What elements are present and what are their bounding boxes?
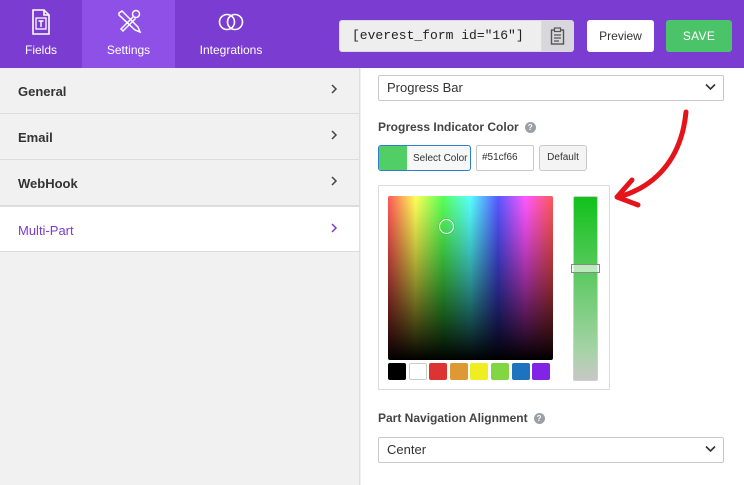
alignment-select[interactable]: Center	[378, 437, 724, 463]
chevron-right-icon	[331, 84, 338, 94]
chevron-right-icon	[331, 176, 338, 186]
sidebar-item-webhook[interactable]: WebHook	[0, 160, 359, 206]
palette-swatch[interactable]	[491, 363, 509, 380]
shortcode-field[interactable]: [everest_form id="16"]	[339, 20, 542, 52]
color-picker-popup	[378, 185, 610, 390]
integrations-rings-icon	[218, 13, 244, 31]
clipboard-icon	[550, 27, 565, 45]
sidebar-item-label: Email	[18, 130, 53, 145]
progress-indicator-select[interactable]: Progress Bar	[378, 75, 724, 101]
alignment-value: Center	[387, 442, 427, 457]
select-color-label: Select Color	[413, 153, 468, 164]
sidebar-item-email[interactable]: Email	[0, 114, 359, 160]
red-arrow-annotation	[614, 109, 689, 208]
default-color-button[interactable]: Default	[539, 145, 587, 171]
tab-integrations-label: Integrations	[199, 43, 263, 57]
tab-integrations[interactable]: Integrations	[175, 0, 287, 68]
preview-button[interactable]: Preview	[587, 20, 654, 52]
save-button[interactable]: SAVE	[666, 20, 732, 52]
palette-swatch[interactable]	[388, 363, 406, 380]
palette-swatch[interactable]	[470, 363, 489, 380]
progress-indicator-value: Progress Bar	[387, 80, 463, 95]
tab-settings-label: Settings	[106, 43, 151, 57]
tab-fields[interactable]: Fields	[0, 0, 82, 68]
chevron-down-icon	[705, 83, 716, 91]
sidebar-item-multi-part[interactable]: Multi-Part	[0, 206, 359, 252]
settings-tools-icon	[117, 9, 141, 34]
alignment-label: Part Navigation Alignment?	[378, 411, 545, 425]
sidebar-item-label: Multi-Part	[18, 223, 74, 238]
current-color-chip	[379, 146, 407, 170]
palette-swatch[interactable]	[449, 363, 468, 380]
palette-swatch[interactable]	[408, 363, 427, 380]
spectrum-handle[interactable]	[439, 219, 454, 234]
progress-color-label-text: Progress Indicator Color	[378, 120, 519, 134]
tab-settings[interactable]: Settings	[82, 0, 175, 68]
settings-sidebar: General Email WebHook Multi-Part	[0, 68, 360, 485]
hex-color-input[interactable]: #51cf66	[476, 145, 534, 171]
select-color-button[interactable]: Select Color	[378, 145, 471, 171]
saturation-slider[interactable]	[571, 196, 600, 381]
sidebar-item-label: General	[18, 84, 67, 99]
slider-handle[interactable]	[571, 264, 600, 273]
help-icon[interactable]: ?	[533, 413, 545, 424]
chevron-right-icon	[331, 223, 338, 233]
top-toolbar: Fields Settings Integrations [everest_fo…	[0, 0, 744, 68]
palette-swatch[interactable]	[511, 363, 530, 380]
tab-fields-label: Fields	[24, 43, 57, 57]
fields-icon	[32, 9, 50, 35]
sidebar-item-general[interactable]: General	[0, 68, 359, 114]
copy-shortcode-button[interactable]	[542, 20, 574, 52]
chevron-right-icon	[331, 130, 338, 140]
palette-swatch[interactable]	[429, 363, 448, 380]
sidebar-item-label: WebHook	[18, 176, 78, 191]
alignment-label-text: Part Navigation Alignment	[378, 411, 528, 425]
progress-color-label: Progress Indicator Color?	[378, 120, 536, 134]
chevron-down-icon	[705, 445, 716, 453]
color-spectrum[interactable]	[388, 196, 553, 360]
help-icon[interactable]: ?	[524, 122, 536, 133]
palette-swatch[interactable]	[532, 363, 551, 380]
